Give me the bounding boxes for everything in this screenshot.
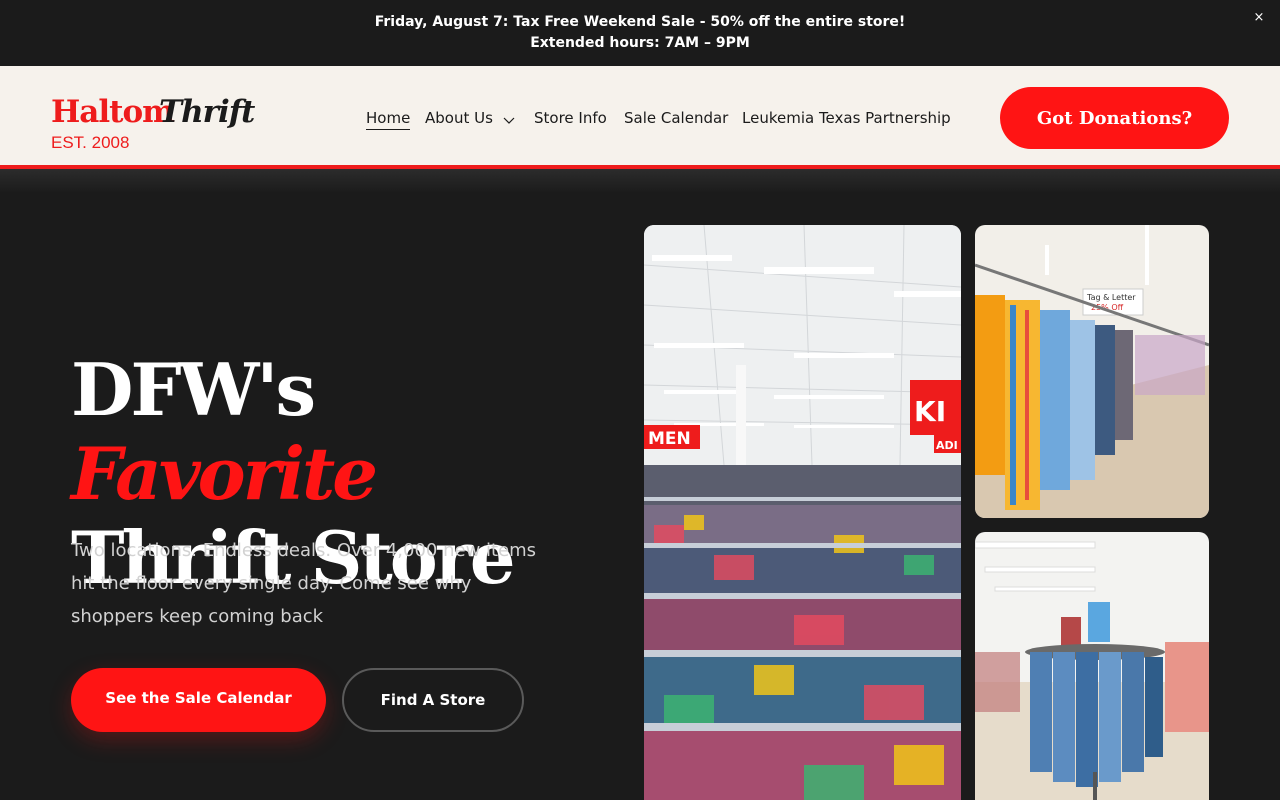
store-interior-photo: MEN KI ADI	[644, 225, 961, 800]
hero-title-accent: Favorite	[71, 431, 378, 516]
header-shadow	[0, 169, 1280, 193]
announcement-line-1: Friday, August 7: Tax Free Weekend Sale …	[374, 14, 906, 30]
men-sign-text: MEN	[648, 429, 691, 449]
chevron-down-icon[interactable]	[503, 111, 515, 124]
nav-item-home[interactable]: Home	[366, 108, 411, 130]
hero-subtitle: Two locations. Endless deals. Over 4,000…	[71, 540, 537, 627]
ladies-sign-text: ADI	[936, 439, 958, 452]
nav-item-about-us[interactable]: About Us	[425, 108, 493, 128]
nav-item-leukemia-texas-partnership[interactable]: Leukemia Texas Partnership	[742, 108, 951, 128]
logo-established: EST. 2008	[51, 133, 130, 152]
nav-item-store-info[interactable]: Store Info	[534, 108, 607, 128]
shirts-rack-photo: Tag & Letter 25% Off	[975, 225, 1209, 518]
logo-word-haltom: Haltom	[51, 94, 175, 130]
jeans-rack-photo	[975, 532, 1209, 800]
announcement-line-2: Extended hours: 7AM – 9PM	[530, 35, 750, 51]
tag-letter-sign-text: Tag & Letter	[1086, 293, 1136, 302]
kids-sign-text: KI	[914, 395, 946, 428]
logo-word-thrift: Thrift	[159, 94, 255, 130]
got-donations-button[interactable]: Got Donations?	[1000, 87, 1229, 149]
site-header: Haltom Thrift EST. 2008 Home About Us St…	[0, 66, 1280, 165]
logo[interactable]: Haltom Thrift EST. 2008	[51, 94, 255, 156]
see-sale-calendar-button[interactable]: See the Sale Calendar	[71, 668, 326, 732]
nav-item-sale-calendar[interactable]: Sale Calendar	[624, 108, 728, 128]
announcement-bar: Friday, August 7: Tax Free Weekend Sale …	[0, 0, 1280, 66]
hero-title-part1: DFW's	[71, 347, 316, 432]
find-a-store-button[interactable]: Find A Store	[342, 668, 524, 732]
close-icon[interactable]: ×	[1252, 9, 1266, 27]
